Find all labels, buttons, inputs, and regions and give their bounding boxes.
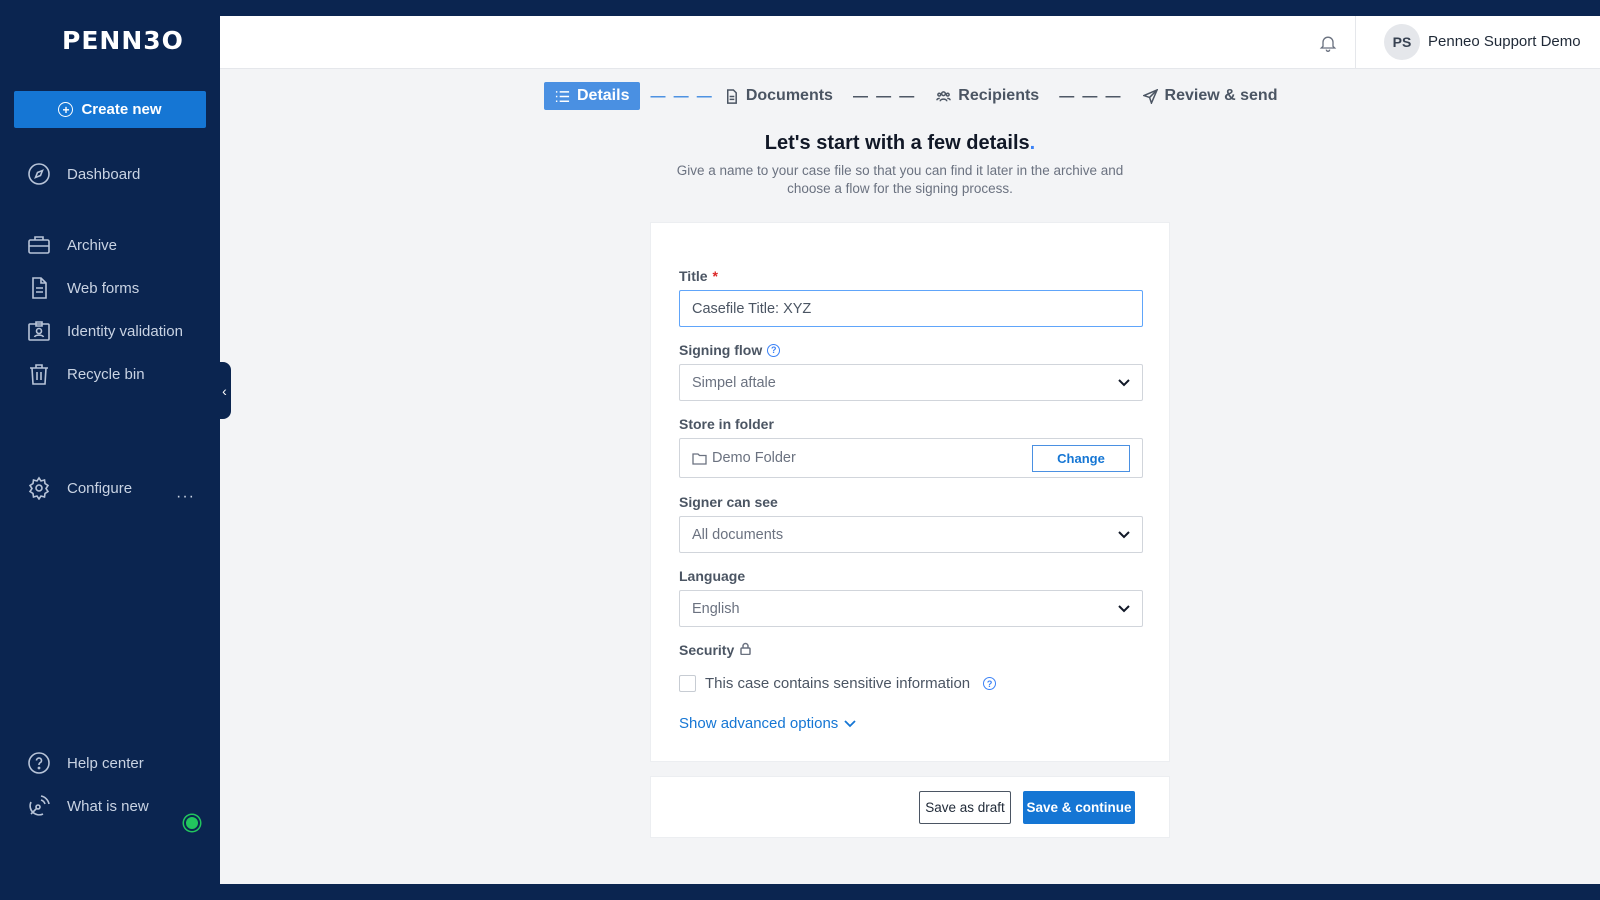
chevron-down-icon <box>844 719 856 727</box>
sensitive-info-row: This case contains sensitive information… <box>679 675 997 692</box>
sidebar-item-help-center[interactable]: Help center <box>26 748 216 778</box>
chevron-left-icon: ‹ <box>222 382 227 399</box>
sidebar-item-web-forms[interactable]: Web forms <box>26 273 216 303</box>
form-actions: Save as draft Save & continue <box>650 776 1170 838</box>
step-documents[interactable]: Documents <box>724 82 833 110</box>
step-label: Recipients <box>958 87 1040 104</box>
sidebar-item-dashboard[interactable]: Dashboard <box>26 159 216 189</box>
compass-icon <box>26 161 52 187</box>
security-label: Security <box>679 642 752 658</box>
sidebar-item-identity-validation[interactable]: Identity validation <box>26 316 216 346</box>
bell-icon[interactable] <box>1318 32 1340 54</box>
step-separator: — — — <box>852 87 917 105</box>
sensitive-info-label[interactable]: This case contains sensitive information <box>705 675 970 692</box>
sidebar-item-label: Configure <box>67 479 133 497</box>
language-label: Language <box>679 568 746 584</box>
user-name[interactable]: Penneo Support Demo <box>1428 33 1581 50</box>
folder-value: Demo Folder <box>712 450 796 466</box>
help-icon[interactable]: ? <box>983 677 997 690</box>
heading-dot: . <box>1029 132 1036 154</box>
step-separator: — — — <box>650 87 714 105</box>
sidebar-item-archive[interactable]: Archive <box>26 230 216 260</box>
document-icon <box>726 88 737 104</box>
create-new-label: Create new <box>81 101 162 118</box>
save-continue-button[interactable]: Save & continue <box>1023 791 1135 824</box>
signer-can-see-select[interactable]: All documents <box>679 516 1143 553</box>
lock-icon <box>739 642 752 658</box>
page-title: Let's start with a few details. <box>764 132 1036 154</box>
id-badge-icon <box>26 318 52 344</box>
status-indicator <box>184 815 200 831</box>
document-icon <box>26 275 52 301</box>
help-icon <box>26 750 52 776</box>
title-label: Title * <box>679 268 718 284</box>
send-icon <box>1142 88 1158 104</box>
sidebar-item-label: Identity validation <box>67 322 183 340</box>
folder-icon <box>692 452 707 465</box>
sidebar-item-label: What is new <box>67 797 149 815</box>
divider <box>1355 16 1356 69</box>
chevron-down-icon <box>1118 530 1130 539</box>
sidebar-item-label: Dashboard <box>67 165 141 183</box>
main-content: PS Penneo Support Demo Details — — — Doc… <box>220 16 1600 884</box>
sidebar: PENN3O + Create new Dashboard Archive We… <box>0 0 220 900</box>
stepper: Details — — — Documents — — — Recipients… <box>544 82 1277 110</box>
signer-can-see-value: All documents <box>692 526 784 543</box>
sidebar-item-label: Recycle bin <box>67 365 145 383</box>
create-new-button[interactable]: + Create new <box>14 91 206 128</box>
details-form: Title* Signing flow ? Simpel aftale Stor… <box>650 222 1170 762</box>
configure-more-icon[interactable]: ··· <box>176 488 195 506</box>
help-icon[interactable]: ? <box>767 343 781 357</box>
change-folder-button[interactable]: Change <box>1032 444 1130 472</box>
step-review-send[interactable]: Review & send <box>1142 82 1278 110</box>
signing-flow-select[interactable]: Simpel aftale <box>679 364 1143 401</box>
step-label: Details <box>577 87 630 104</box>
collapse-sidebar-button[interactable]: ‹ <box>218 362 231 419</box>
briefcase-icon <box>26 232 52 258</box>
sidebar-item-recycle-bin[interactable]: Recycle bin <box>26 359 216 389</box>
trash-icon <box>26 361 52 387</box>
users-icon <box>936 90 952 101</box>
sidebar-item-label: Help center <box>67 754 144 772</box>
signing-flow-value: Simpel aftale <box>692 374 776 391</box>
avatar[interactable]: PS <box>1384 24 1420 60</box>
step-label: Review & send <box>1164 87 1278 104</box>
sidebar-item-label: Archive <box>67 236 118 254</box>
sensitive-info-checkbox[interactable] <box>679 675 696 692</box>
signer-can-see-label: Signer can see <box>679 494 778 510</box>
folder-field: Demo Folder Change <box>679 438 1143 478</box>
chevron-down-icon <box>1118 378 1130 387</box>
plus-circle-icon: + <box>58 102 74 117</box>
step-recipients[interactable]: Recipients <box>936 82 1039 110</box>
show-advanced-options-link[interactable]: Show advanced options <box>679 715 856 732</box>
top-bar: PS Penneo Support Demo <box>220 16 1600 69</box>
language-value: English <box>692 600 740 617</box>
gear-icon <box>26 475 52 501</box>
sidebar-item-label: Web forms <box>67 279 140 297</box>
list-icon <box>555 90 570 102</box>
chevron-down-icon <box>1118 604 1130 613</box>
folder-label: Store in folder <box>679 416 774 432</box>
penneo-logo[interactable]: PENN3O <box>62 26 183 56</box>
broadcast-icon <box>26 793 52 819</box>
page-description: Give a name to your case file so that yo… <box>676 163 1124 196</box>
advanced-options-label: Show advanced options <box>679 715 839 732</box>
step-separator: — — — <box>1059 87 1123 105</box>
step-details[interactable]: Details <box>544 82 641 110</box>
required-asterisk: * <box>712 268 718 284</box>
step-label: Documents <box>745 87 833 104</box>
language-select[interactable]: English <box>679 590 1143 627</box>
signing-flow-label: Signing flow ? <box>679 342 781 358</box>
save-as-draft-button[interactable]: Save as draft <box>919 791 1011 824</box>
title-input[interactable] <box>679 290 1143 327</box>
